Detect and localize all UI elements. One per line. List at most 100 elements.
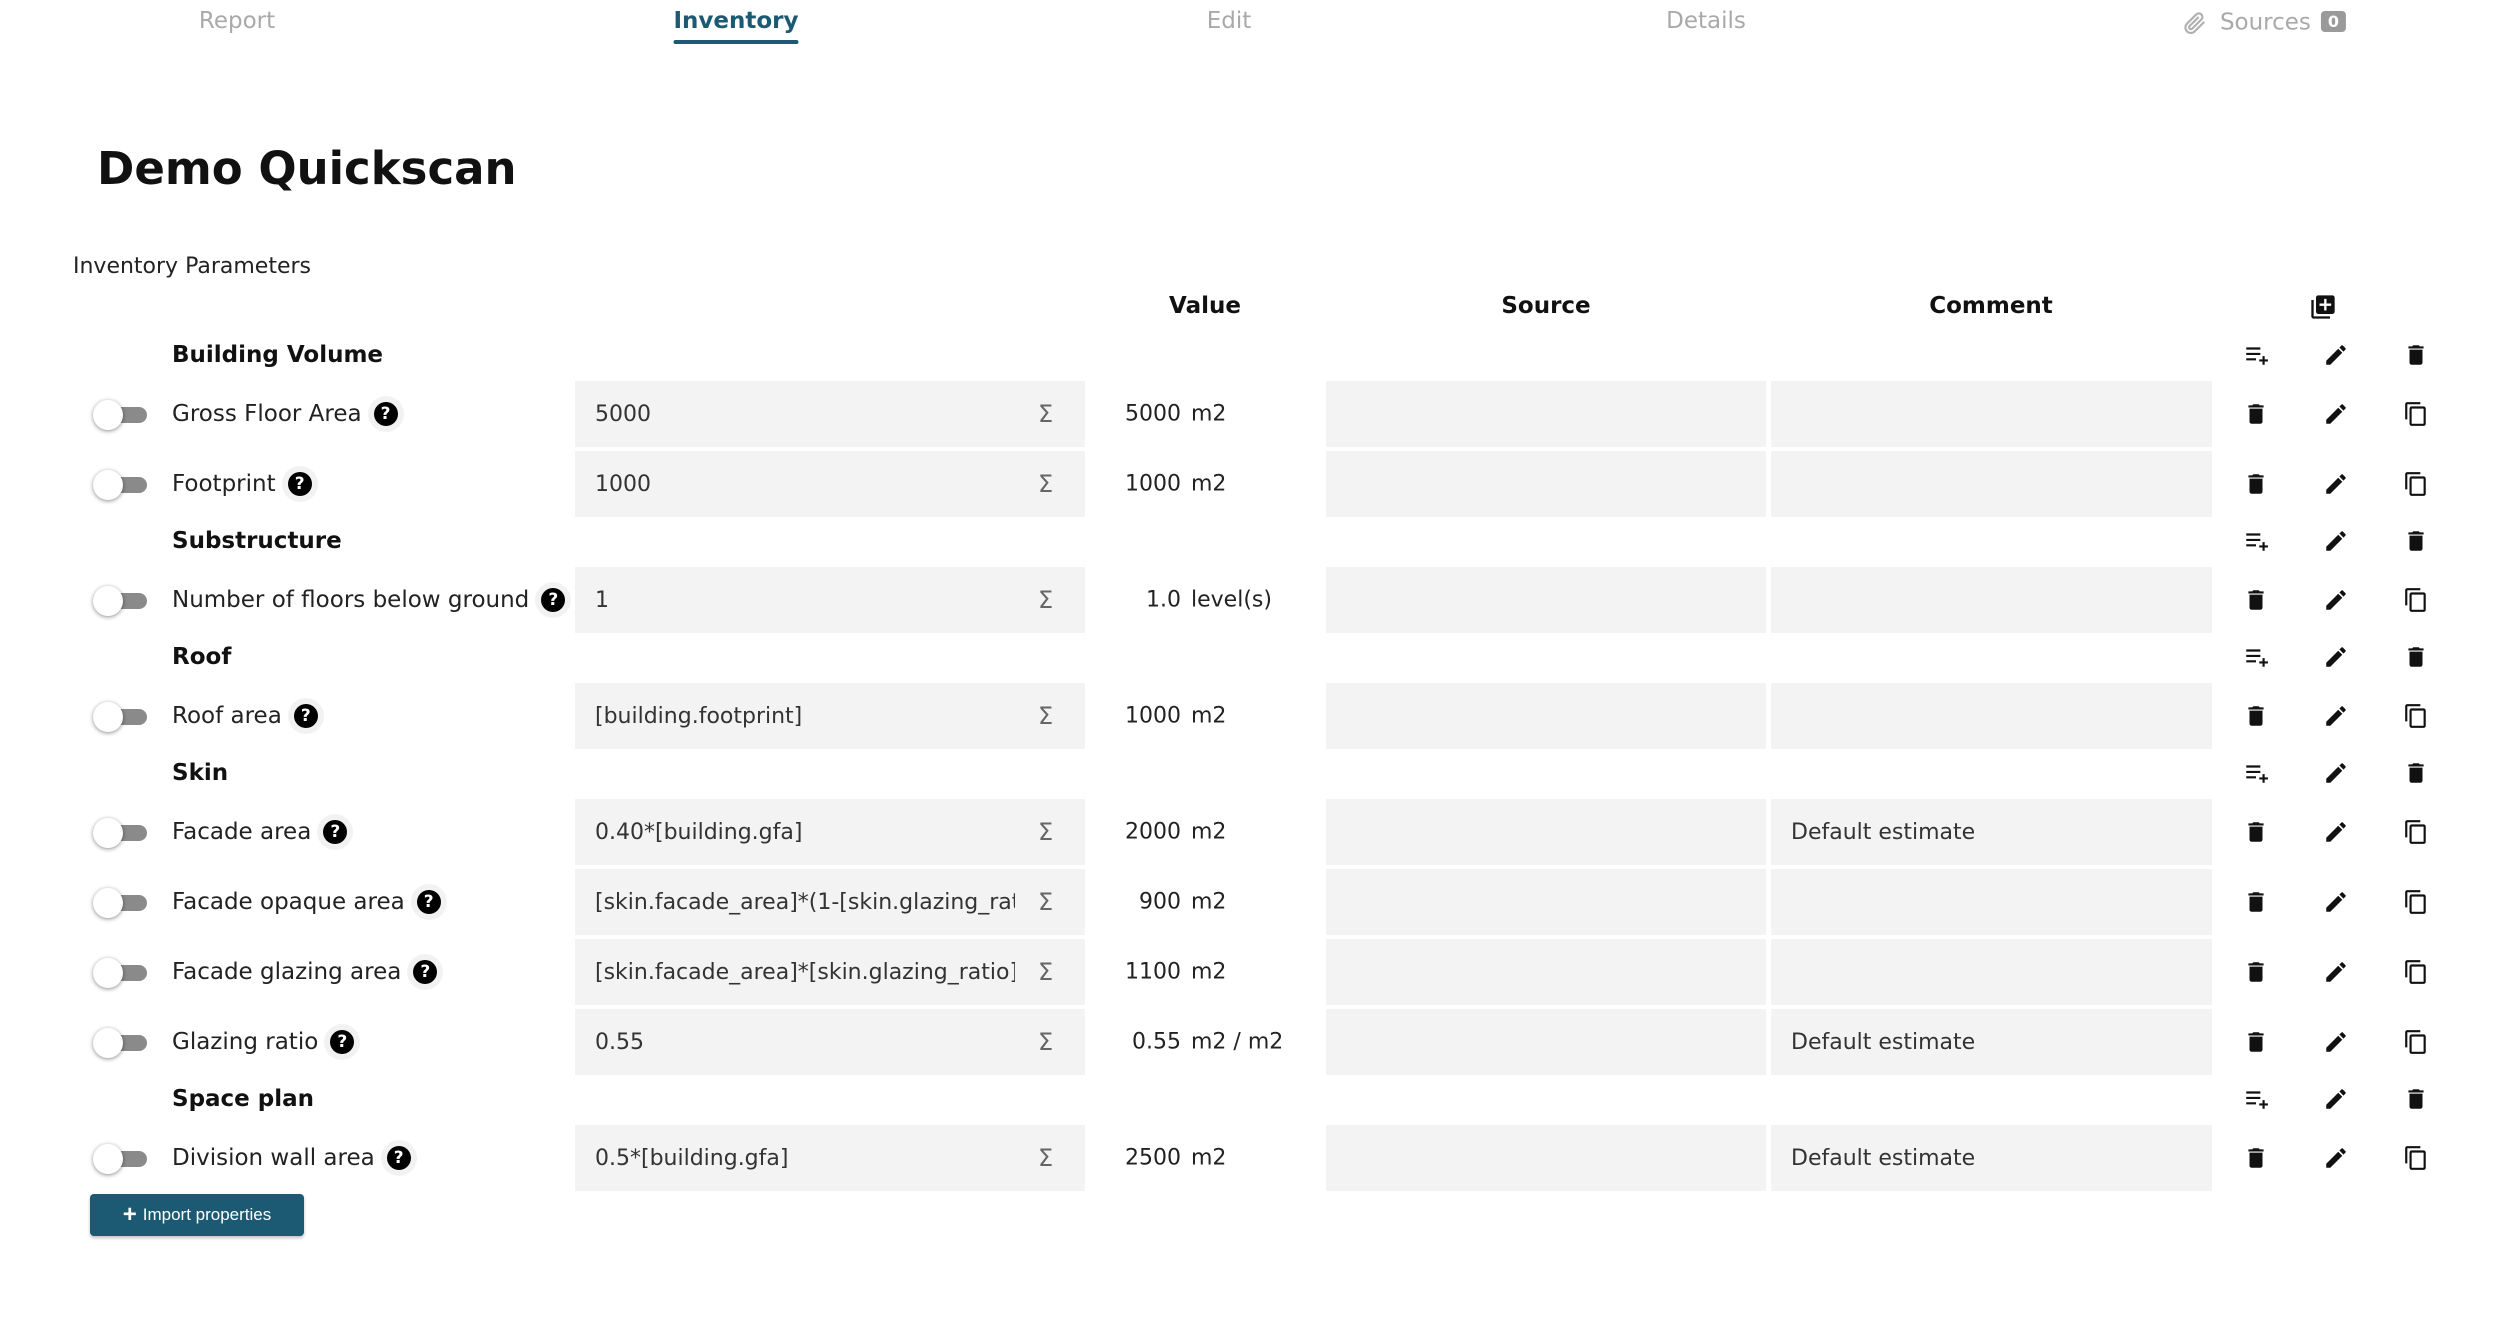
duplicate-parameter-icon[interactable] xyxy=(2403,819,2429,845)
duplicate-parameter-icon[interactable] xyxy=(2403,889,2429,915)
parameter-toggle[interactable] xyxy=(93,818,147,848)
tab-sources[interactable]: Sources 0 xyxy=(2182,8,2347,38)
sigma-icon[interactable]: Σ xyxy=(1038,400,1053,428)
delete-parameter-icon[interactable] xyxy=(2243,587,2269,613)
formula-field[interactable] xyxy=(575,567,1085,633)
tab-report[interactable]: Report xyxy=(199,8,275,34)
parameter-toggle[interactable] xyxy=(93,400,147,430)
help-icon[interactable]: ? xyxy=(541,588,566,612)
comment-field[interactable]: Default estimate xyxy=(1771,1009,2212,1075)
delete-parameter-icon[interactable] xyxy=(2243,401,2269,427)
source-field[interactable] xyxy=(1326,451,1766,517)
parameter-toggle[interactable] xyxy=(93,702,147,732)
duplicate-parameter-icon[interactable] xyxy=(2403,471,2429,497)
edit-group-icon[interactable] xyxy=(2323,1086,2349,1112)
duplicate-parameter-icon[interactable] xyxy=(2403,1029,2429,1055)
formula-field[interactable] xyxy=(575,451,1085,517)
sigma-icon[interactable]: Σ xyxy=(1038,958,1053,986)
help-icon[interactable]: ? xyxy=(373,402,398,426)
comment-field[interactable]: Default estimate xyxy=(1771,799,2212,865)
edit-group-icon[interactable] xyxy=(2323,644,2349,670)
formula-input[interactable] xyxy=(595,1029,1015,1055)
delete-group-icon[interactable] xyxy=(2403,342,2429,368)
sigma-icon[interactable]: Σ xyxy=(1038,702,1053,730)
help-icon[interactable]: ? xyxy=(330,1030,355,1054)
sigma-icon[interactable]: Σ xyxy=(1038,1028,1053,1056)
delete-parameter-icon[interactable] xyxy=(2243,1145,2269,1171)
sigma-icon[interactable]: Σ xyxy=(1038,1144,1053,1172)
edit-parameter-icon[interactable] xyxy=(2323,959,2349,985)
edit-parameter-icon[interactable] xyxy=(2323,1029,2349,1055)
source-field[interactable] xyxy=(1326,381,1766,447)
formula-input[interactable] xyxy=(595,703,1015,729)
delete-parameter-icon[interactable] xyxy=(2243,703,2269,729)
source-field[interactable] xyxy=(1326,799,1766,865)
sigma-icon[interactable]: Σ xyxy=(1038,818,1053,846)
formula-field[interactable] xyxy=(575,683,1085,749)
tab-edit[interactable]: Edit xyxy=(1207,8,1252,34)
delete-group-icon[interactable] xyxy=(2403,760,2429,786)
sigma-icon[interactable]: Σ xyxy=(1038,586,1053,614)
comment-field[interactable] xyxy=(1771,683,2212,749)
source-field[interactable] xyxy=(1326,1009,1766,1075)
tab-inventory[interactable]: Inventory xyxy=(673,8,799,44)
formula-input[interactable] xyxy=(595,401,1015,427)
duplicate-parameter-icon[interactable] xyxy=(2403,1145,2429,1171)
add-parameter-icon[interactable] xyxy=(2309,293,2337,321)
help-icon[interactable]: ? xyxy=(413,960,438,984)
source-field[interactable] xyxy=(1326,683,1766,749)
comment-field[interactable] xyxy=(1771,869,2212,935)
source-field[interactable] xyxy=(1326,869,1766,935)
parameter-toggle[interactable] xyxy=(93,586,147,616)
edit-group-icon[interactable] xyxy=(2323,528,2349,554)
parameter-toggle[interactable] xyxy=(93,1144,147,1174)
sigma-icon[interactable]: Σ xyxy=(1038,470,1053,498)
add-to-group-icon[interactable] xyxy=(2243,760,2269,786)
add-to-group-icon[interactable] xyxy=(2243,528,2269,554)
duplicate-parameter-icon[interactable] xyxy=(2403,959,2429,985)
duplicate-parameter-icon[interactable] xyxy=(2403,587,2429,613)
duplicate-parameter-icon[interactable] xyxy=(2403,401,2429,427)
sigma-icon[interactable]: Σ xyxy=(1038,888,1053,916)
comment-field[interactable] xyxy=(1771,381,2212,447)
formula-field[interactable] xyxy=(575,1009,1085,1075)
add-to-group-icon[interactable] xyxy=(2243,342,2269,368)
formula-input[interactable] xyxy=(595,889,1015,915)
delete-group-icon[interactable] xyxy=(2403,528,2429,554)
delete-group-icon[interactable] xyxy=(2403,644,2429,670)
help-icon[interactable]: ? xyxy=(287,472,312,496)
add-to-group-icon[interactable] xyxy=(2243,1086,2269,1112)
delete-parameter-icon[interactable] xyxy=(2243,959,2269,985)
parameter-toggle[interactable] xyxy=(93,470,147,500)
formula-input[interactable] xyxy=(595,587,1015,613)
formula-field[interactable] xyxy=(575,381,1085,447)
edit-parameter-icon[interactable] xyxy=(2323,471,2349,497)
formula-input[interactable] xyxy=(595,1145,1015,1171)
duplicate-parameter-icon[interactable] xyxy=(2403,703,2429,729)
delete-parameter-icon[interactable] xyxy=(2243,1029,2269,1055)
edit-group-icon[interactable] xyxy=(2323,342,2349,368)
parameter-toggle[interactable] xyxy=(93,958,147,988)
comment-field[interactable]: Default estimate xyxy=(1771,1125,2212,1191)
edit-parameter-icon[interactable] xyxy=(2323,587,2349,613)
comment-field[interactable] xyxy=(1771,451,2212,517)
edit-parameter-icon[interactable] xyxy=(2323,1145,2349,1171)
comment-field[interactable] xyxy=(1771,567,2212,633)
delete-parameter-icon[interactable] xyxy=(2243,819,2269,845)
formula-input[interactable] xyxy=(595,959,1015,985)
edit-parameter-icon[interactable] xyxy=(2323,401,2349,427)
help-icon[interactable]: ? xyxy=(386,1146,411,1170)
edit-group-icon[interactable] xyxy=(2323,760,2349,786)
tab-details[interactable]: Details xyxy=(1666,8,1746,34)
edit-parameter-icon[interactable] xyxy=(2323,819,2349,845)
source-field[interactable] xyxy=(1326,939,1766,1005)
delete-parameter-icon[interactable] xyxy=(2243,889,2269,915)
help-icon[interactable]: ? xyxy=(416,890,441,914)
parameter-toggle[interactable] xyxy=(93,1028,147,1058)
formula-field[interactable] xyxy=(575,799,1085,865)
help-icon[interactable]: ? xyxy=(323,820,348,844)
formula-field[interactable] xyxy=(575,869,1085,935)
add-to-group-icon[interactable] xyxy=(2243,644,2269,670)
formula-input[interactable] xyxy=(595,471,1015,497)
source-field[interactable] xyxy=(1326,1125,1766,1191)
